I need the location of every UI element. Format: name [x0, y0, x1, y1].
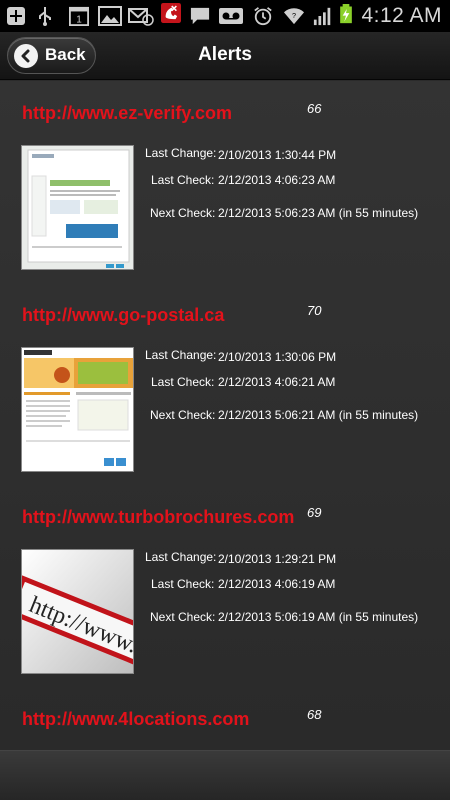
svg-text:1: 1: [76, 14, 82, 25]
signal-icon: [313, 7, 331, 26]
last-check-value: 2/12/2013 4:06:23 AM: [218, 173, 336, 187]
svg-text:?: ?: [292, 11, 296, 20]
alarm-icon: [254, 7, 272, 26]
last-check-label: Last Check:: [151, 173, 215, 187]
alert-count: 70: [307, 303, 322, 318]
missed-call-icon: [161, 3, 181, 23]
alert-url-link[interactable]: http://www.4locations.com: [22, 709, 249, 730]
email-icon: [128, 8, 154, 26]
title-bar: Back Alerts: [0, 32, 450, 80]
last-change-value: 2/10/2013 1:30:06 PM: [218, 350, 337, 364]
message-icon: [190, 7, 210, 25]
gallery-icon: [98, 6, 122, 26]
last-change-label: Last Change:: [145, 146, 217, 160]
site-thumbnail[interactable]: [21, 145, 134, 270]
last-check-value: 2/12/2013 4:06:21 AM: [218, 375, 336, 389]
alert-url-link[interactable]: http://www.go-postal.ca: [22, 305, 224, 326]
last-check-value: 2/12/2013 4:06:19 AM: [218, 577, 336, 591]
page-title: Alerts: [198, 44, 252, 65]
wifi-icon: ?: [284, 8, 304, 25]
last-change-value: 2/10/2013 1:30:44 PM: [218, 148, 337, 162]
calendar-icon: 1: [69, 6, 89, 26]
next-check-label: Next Check:: [150, 610, 216, 624]
last-change-value: 2/10/2013 1:29:21 PM: [218, 552, 337, 566]
alerts-list[interactable]: http://www.ez-verify.com 66 Last Change:…: [0, 81, 450, 750]
next-check-label: Next Check:: [150, 408, 216, 422]
last-check-label: Last Check:: [151, 375, 215, 389]
next-check-value: 2/12/2013 5:06:23 AM (in 55 minutes): [218, 206, 419, 220]
usb-icon: [39, 7, 51, 26]
alert-count: 69: [307, 505, 322, 520]
next-check-value: 2/12/2013 5:06:21 AM (in 55 minutes): [218, 408, 419, 422]
site-thumbnail[interactable]: http://www.: [21, 549, 134, 674]
status-bar: 1 ? 4:12 AM: [0, 0, 450, 32]
alert-url-link[interactable]: http://www.turbobrochures.com: [22, 507, 294, 528]
add-icon: [7, 7, 25, 25]
battery-icon: [340, 4, 352, 24]
alert-count: 66: [307, 101, 322, 116]
clock: 4:12 AM: [361, 4, 442, 27]
bottom-bar: [0, 750, 450, 800]
last-change-label: Last Change:: [145, 550, 217, 564]
last-check-label: Last Check:: [151, 577, 215, 591]
next-check-value: 2/12/2013 5:06:19 AM (in 55 minutes): [218, 610, 419, 624]
site-thumbnail[interactable]: [21, 347, 134, 472]
alert-count: 68: [307, 707, 322, 722]
voicemail-icon: [219, 8, 243, 24]
alert-url-link[interactable]: http://www.ez-verify.com: [22, 103, 232, 124]
last-change-label: Last Change:: [145, 348, 217, 362]
next-check-label: Next Check:: [150, 206, 216, 220]
